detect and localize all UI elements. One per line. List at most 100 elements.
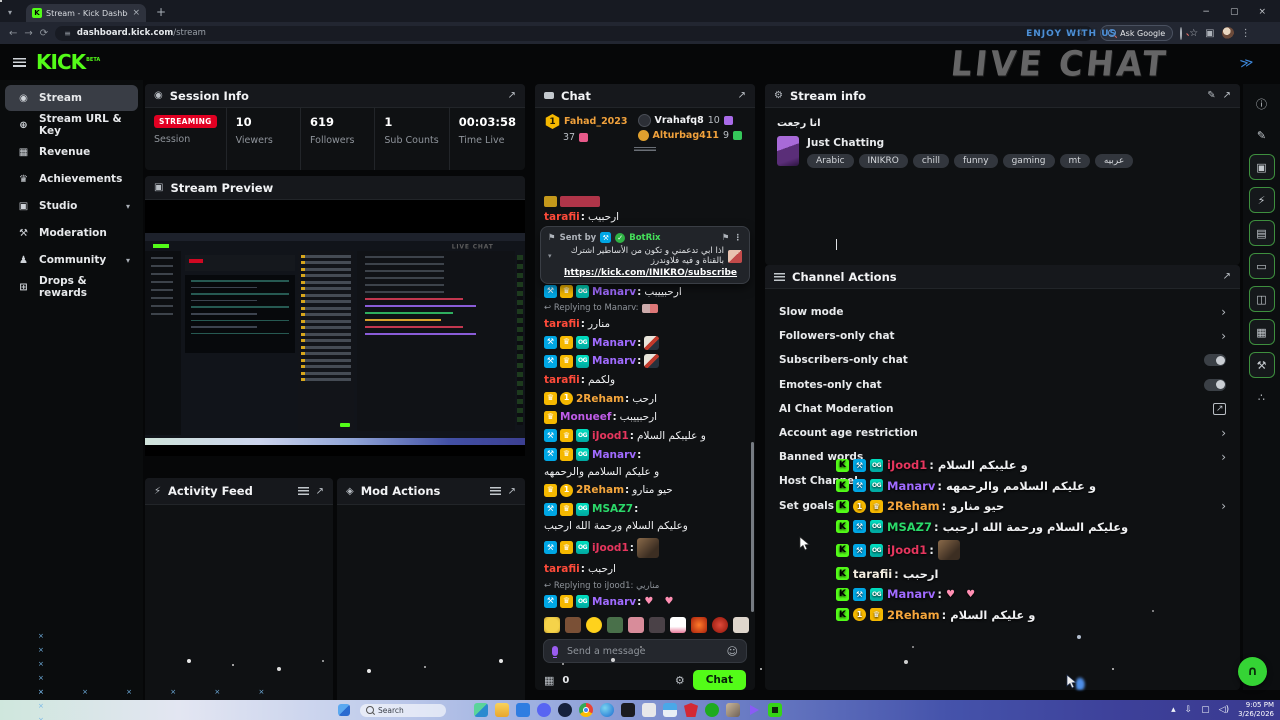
menu-burger-icon[interactable]	[13, 57, 26, 67]
site-settings-icon[interactable]: ≡	[64, 29, 71, 38]
dark-emote[interactable]	[649, 617, 665, 633]
chat-username[interactable]: Manarv	[592, 595, 636, 609]
new-tab-button[interactable]: +	[156, 5, 166, 19]
subscribe-link[interactable]: https://kick.com/INIKRO/subscribe	[564, 268, 742, 278]
taskbar-icon-store[interactable]	[516, 703, 530, 717]
session-widget-button[interactable]: ▣	[1248, 154, 1275, 180]
chat-username[interactable]: iJood1	[592, 541, 629, 555]
channel-action-slow-mode[interactable]: Slow mode ›	[765, 300, 1240, 324]
channel-action-emotes-only-chat[interactable]: Emotes-only chat	[765, 373, 1240, 397]
chat-username[interactable]: Monueef	[560, 410, 611, 424]
tray-expand-icon[interactable]: ▴	[1171, 705, 1176, 715]
chat-username[interactable]: MSAZ7	[592, 502, 633, 516]
chat-username[interactable]: iJood1	[592, 429, 629, 443]
expand-icon[interactable]: ↗	[508, 90, 516, 101]
chat-username[interactable]: MSAZ7	[887, 520, 932, 534]
chat-username[interactable]: tarafii	[544, 210, 580, 224]
widgets-icon[interactable]	[338, 704, 350, 716]
taskbar-icon-photoapp[interactable]	[726, 703, 740, 717]
monkey-emote[interactable]	[565, 617, 581, 633]
face-emote[interactable]	[544, 617, 560, 633]
info-widget-button[interactable]: ⓘ	[1250, 92, 1274, 116]
preview-widget-button[interactable]: ◫	[1248, 286, 1275, 312]
chat-username[interactable]: tarafii	[544, 317, 580, 331]
tray-download-icon[interactable]: ⇩	[1185, 705, 1193, 715]
chat-username[interactable]: Manarv	[592, 354, 636, 368]
chat-widget-button[interactable]: ▭	[1248, 253, 1275, 279]
sidebar-item-studio[interactable]: ▣ Studio ▾	[5, 193, 138, 219]
taskbar-icon-folder[interactable]	[495, 703, 509, 717]
reload-icon[interactable]: ⟳	[40, 28, 48, 39]
channel-action-ai-chat-moderation[interactable]: AI Chat Moderation ↗	[765, 397, 1240, 421]
notes-widget-button[interactable]: ▤	[1248, 220, 1275, 246]
category-name[interactable]: Just Chatting	[807, 137, 1133, 149]
green-emote[interactable]	[607, 617, 623, 633]
browser-profile-avatar[interactable]	[1221, 27, 1234, 39]
taskbar-icon-mail[interactable]	[663, 703, 677, 717]
taskbar-icon-kickapp[interactable]	[768, 703, 782, 717]
stream-widget-button[interactable]: ▦	[1248, 319, 1275, 345]
url-bar[interactable]: ≡ dashboard.kick.com/stream ☆	[55, 25, 1094, 41]
chat-username[interactable]: iJood1	[887, 458, 927, 472]
taskbar-icon-ghost[interactable]	[642, 703, 656, 717]
channel-action-account-age-restriction[interactable]: Account age restriction ›	[765, 421, 1240, 445]
tray-display-icon[interactable]: ▢	[1201, 705, 1210, 715]
red-emote[interactable]	[712, 617, 728, 633]
channel-action-followers-only-chat[interactable]: Followers-only chat ›	[765, 324, 1240, 348]
leaderboard-user[interactable]: Fahad_2023	[564, 116, 628, 127]
flame-emote[interactable]	[691, 617, 707, 633]
sidebar-item-revenue[interactable]: ▦ Revenue	[5, 139, 138, 165]
window-maximize-button[interactable]: ▢	[1230, 7, 1239, 17]
chat-username[interactable]: Manarv	[887, 479, 935, 493]
pin-icon[interactable]: ⚑	[722, 233, 730, 243]
tray-volume-icon[interactable]: ◁)	[1219, 705, 1229, 715]
edit-widget-button[interactable]: ✎	[1250, 123, 1274, 147]
taskbar-icon-riot[interactable]	[684, 703, 698, 717]
stream-preview-video[interactable]: LIVE CHAT	[145, 200, 525, 456]
favorites-star-icon[interactable]: ☆	[1189, 28, 1198, 39]
taskbar-icon-xbox[interactable]	[705, 703, 719, 717]
taskbar-clock[interactable]: 9:05 PM 3/26/2026	[1238, 701, 1274, 719]
sidebar-item-stream[interactable]: ◉ Stream	[5, 85, 138, 111]
filter-icon[interactable]	[489, 487, 501, 495]
chat-scrollbar[interactable]	[751, 442, 754, 612]
sidebar-item-achievements[interactable]: ♛ Achievements	[5, 166, 138, 192]
toggle-switch[interactable]	[1204, 354, 1226, 367]
window-close-button[interactable]: ×	[1258, 7, 1266, 17]
chat-username[interactable]: tarafii	[544, 562, 580, 576]
chat-username[interactable]: 2Reham	[887, 608, 940, 622]
sidebar-item-stream-url-key[interactable]: ⊕ Stream URL & Key	[5, 112, 138, 138]
send-chat-button[interactable]: Chat	[692, 670, 746, 690]
leaderboard-user[interactable]: Alturbag411	[653, 130, 719, 141]
kick-logo[interactable]: KICKBETA	[36, 52, 100, 72]
forward-icon[interactable]: →	[24, 28, 32, 39]
toggle-switch[interactable]	[1204, 378, 1226, 391]
bot-name[interactable]: BotRix	[629, 233, 660, 243]
collapse-chevron-icon[interactable]: ▾	[548, 252, 552, 260]
chat-username[interactable]: 2Reham	[576, 392, 624, 406]
chat-username[interactable]: iJood1	[887, 543, 927, 557]
channel-action-subscribers-only-chat[interactable]: Subscribers-only chat	[765, 348, 1240, 372]
expand-icon[interactable]: ↗	[738, 90, 746, 101]
chat-input[interactable]	[565, 644, 720, 658]
edit-pencil-icon[interactable]: ✎	[1207, 90, 1215, 101]
pink-emote[interactable]	[628, 617, 644, 633]
taskbar-icon-steam[interactable]	[558, 703, 572, 717]
taskbar-icon-photos[interactable]	[474, 703, 488, 717]
chat-settings-gear-icon[interactable]: ⚙	[675, 674, 685, 687]
expand-icon[interactable]: ↗	[1223, 271, 1231, 282]
support-chat-button[interactable]: ∩	[1238, 657, 1267, 686]
gift-box-icon[interactable]: ▦	[544, 674, 554, 687]
window-minimize-button[interactable]: −	[1202, 7, 1210, 17]
expand-icon[interactable]: ↗	[508, 486, 516, 497]
extensions-icon[interactable]: ▣	[1205, 28, 1214, 39]
filter-icon[interactable]	[297, 487, 309, 495]
microphone-icon[interactable]	[552, 646, 558, 658]
grip-button[interactable]: ∴	[1250, 385, 1274, 409]
chat-username[interactable]: Manarv	[592, 285, 636, 299]
sidebar-item-moderation[interactable]: ⚒ Moderation	[5, 220, 138, 246]
activity-widget-button[interactable]: ⚡	[1248, 187, 1275, 213]
sidebar-item-drops-rewards[interactable]: ⊞ Drops & rewards	[5, 274, 138, 300]
category-thumbnail[interactable]	[777, 136, 799, 166]
taskbar-search[interactable]: Search	[360, 703, 446, 717]
